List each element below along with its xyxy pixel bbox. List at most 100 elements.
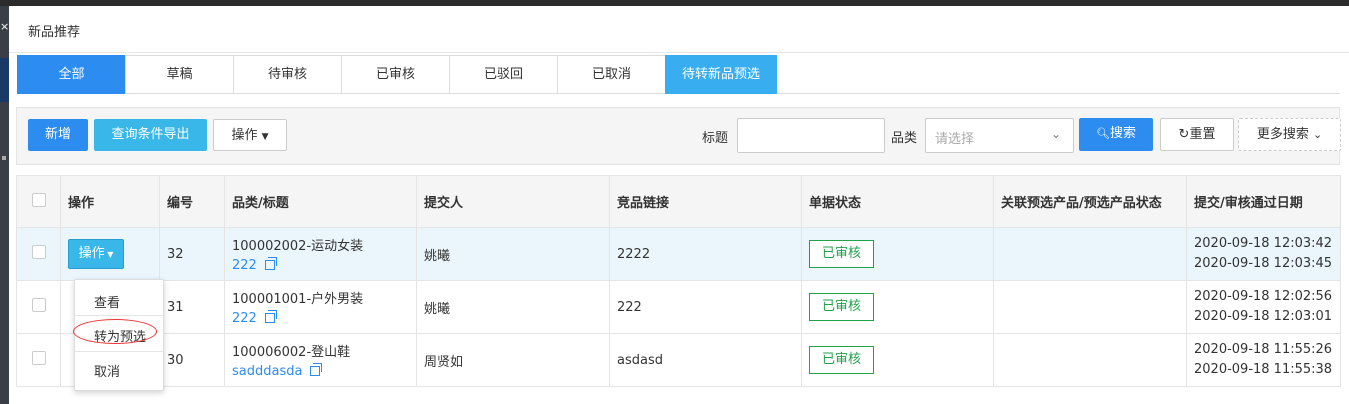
copy-icon[interactable] [310,363,323,376]
row-approved-date: 2020-09-18 12:03:45 [1194,256,1333,271]
row-id: 32 [159,227,225,281]
copy-icon[interactable] [264,310,277,323]
status-badge: 已审核 [809,293,874,321]
tab-all[interactable]: 全部 [17,55,125,94]
refresh-icon: ↻ [1178,127,1190,142]
row-category: 100002002-运动女装 [232,239,364,254]
status-tabs: 全部 草稿 待审核 已审核 已驳回 已取消 待转新品预选 [17,55,1340,94]
status-badge: 已审核 [809,346,874,374]
row-category-title-cell: 100002002-运动女装 222 [224,227,417,281]
row-status-cell: 已审核 [801,227,994,281]
reset-button[interactable]: ↻重置 [1160,118,1234,151]
row-dates-cell: 2020-09-18 12:03:42 2020-09-18 12:03:45 [1186,227,1341,281]
search-button[interactable]: 🔍︎搜索 [1079,118,1153,151]
col-header-submitter: 提交人 [416,175,610,228]
caret-down-icon: ▼ [261,132,269,142]
table-row[interactable]: 30 100006002-登山鞋 sadddasda 周贤如 asdasd 已审… [16,333,1341,387]
row-approved-date: 2020-09-18 12:03:01 [1194,309,1333,324]
search-toolbar: 新增 查询条件导出 操作 ▼ 标题 品类 请选择 ⌄ 🔍︎搜索 ↻重置 更多搜索… [16,107,1341,165]
row-related [993,280,1187,334]
row-submitter: 周贤如 [416,333,610,387]
tab-draft[interactable]: 草稿 [125,55,233,94]
col-header-competitor-link: 竞品链接 [609,175,802,228]
table-row[interactable]: 操作 ▼ 32 100002002-运动女装 222 姚曦 2222 已审核 2… [16,227,1341,281]
col-header-action: 操作 [60,175,160,228]
menu-divider [75,315,163,316]
chevron-down-icon: ⌄ [1050,127,1061,141]
row-status-cell: 已审核 [801,280,994,334]
row-checkbox-cell [16,333,61,387]
left-side-strip: × [0,6,9,404]
chevron-down-icon: ⌄ [1312,128,1323,141]
tab-rejected[interactable]: 已驳回 [449,55,557,94]
caret-down-icon: ▼ [104,250,114,259]
row-submitter: 姚曦 [416,227,610,281]
row-operation-label: 操作 [78,246,105,261]
row-approved-date: 2020-09-18 11:55:38 [1194,362,1333,377]
operation-menu-button[interactable]: 操作 ▼ [213,119,287,151]
row-related [993,333,1187,387]
operation-label: 操作 [231,128,258,143]
export-button[interactable]: 查询条件导出 [94,119,207,151]
row-id: 30 [159,333,225,387]
title-label: 标题 [702,131,729,146]
row-category-title-cell: 100006002-登山鞋 sadddasda [224,333,417,387]
product-table: 操作 编号 品类/标题 提交人 竞品链接 单据状态 关联预选产品/预选产品状态 … [16,175,1341,387]
row-dates-cell: 2020-09-18 12:02:56 2020-09-18 12:03:01 [1186,280,1341,334]
search-label: 搜索 [1109,126,1136,141]
row-operation-button[interactable]: 操作 ▼ [68,239,124,269]
tab-approved[interactable]: 已审核 [341,55,449,94]
search-icon: 🔍︎ [1096,127,1110,140]
select-all-cell [16,175,61,228]
category-label: 品类 [891,131,918,146]
status-badge: 已审核 [809,240,874,268]
row-checkbox[interactable] [31,351,46,365]
more-search-button[interactable]: 更多搜索 ⌄ [1238,118,1341,151]
row-title-link[interactable]: 222 [232,311,257,326]
more-search-label: 更多搜索 [1256,127,1309,142]
row-checkbox-cell [16,280,61,334]
copy-icon[interactable] [264,257,277,270]
add-button[interactable]: 新增 [28,119,88,151]
menu-item-view[interactable]: 查看 [75,292,163,311]
row-link: 2222 [609,227,802,281]
tab-cancelled[interactable]: 已取消 [557,55,665,94]
close-icon[interactable]: × [0,20,9,33]
row-category: 100006002-登山鞋 [232,345,351,360]
category-select[interactable]: 请选择 ⌄ [925,118,1074,153]
category-placeholder: 请选择 [935,132,975,147]
tab-pending-conversion[interactable]: 待转新品预选 [665,55,777,94]
row-related [993,227,1187,281]
row-title-link[interactable]: sadddasda [232,364,302,379]
row-link: 222 [609,280,802,334]
row-link: asdasd [609,333,802,387]
select-all-checkbox[interactable] [31,192,46,207]
table-row[interactable]: 31 100001001-户外男装 222 姚曦 222 已审核 2020-09… [16,280,1341,334]
row-submitter: 姚曦 [416,280,610,334]
side-highlight [0,58,9,102]
row-checkbox[interactable] [31,298,46,312]
col-header-status: 单据状态 [801,175,994,228]
row-dates-cell: 2020-09-18 11:55:26 2020-09-18 11:55:38 [1186,333,1341,387]
row-checkbox-cell [16,227,61,281]
col-header-category-title: 品类/标题 [224,175,417,228]
menu-item-cancel[interactable]: 取消 [75,361,163,380]
col-header-dates: 提交/审核通过日期 [1186,175,1341,228]
title-input[interactable] [737,118,885,153]
annotation-circle [73,319,157,344]
row-submitted-date: 2020-09-18 12:02:56 [1194,289,1333,304]
row-submitted-date: 2020-09-18 11:55:26 [1194,342,1333,357]
col-header-related: 关联预选产品/预选产品状态 [993,175,1187,228]
side-dot [2,156,6,160]
row-title-link[interactable]: 222 [232,258,257,273]
col-header-id: 编号 [159,175,225,228]
modal-title: 新品推荐 [9,6,1349,53]
row-submitted-date: 2020-09-18 12:03:42 [1194,236,1333,251]
row-id: 31 [159,280,225,334]
row-category: 100001001-户外男装 [232,292,364,307]
row-action-cell: 操作 ▼ [60,227,160,281]
row-status-cell: 已审核 [801,333,994,387]
table-header-row: 操作 编号 品类/标题 提交人 竞品链接 单据状态 关联预选产品/预选产品状态 … [16,175,1341,228]
tab-pending-review[interactable]: 待审核 [233,55,341,94]
row-checkbox[interactable] [31,245,46,259]
